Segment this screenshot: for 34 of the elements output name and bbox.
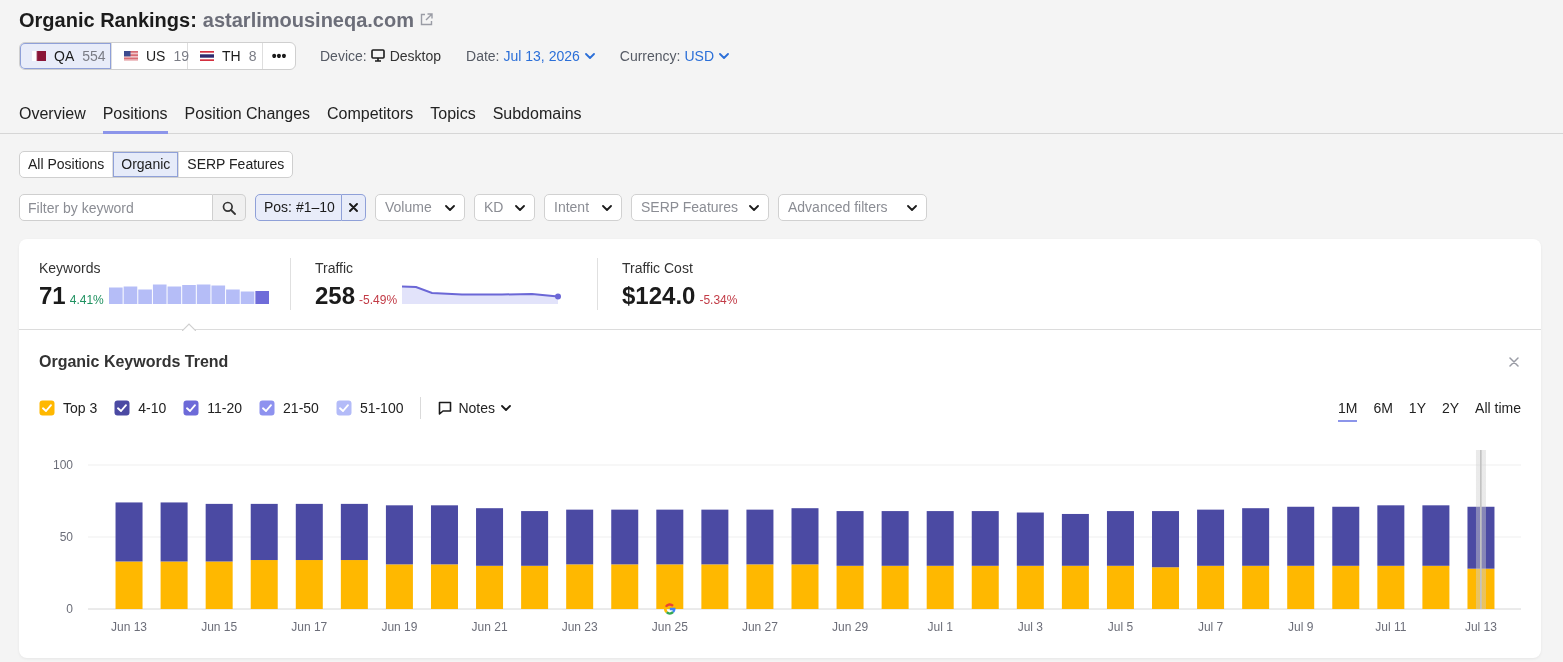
metric-label: Traffic [315,260,355,276]
x-axis-label: Jun 15 [201,620,238,634]
device-value: Desktop [389,46,442,66]
x-axis-label: Jun 21 [471,620,508,634]
x-axis-label: Jun 27 [741,620,778,634]
x-axis-label: Jun 13 [111,620,148,634]
x-axis-label: Jul 9 [1288,620,1314,634]
y-axis-label: 50 [59,530,73,544]
x-axis-label: Jul 1 [927,620,953,634]
page-title: Organic Rankings: [19,8,197,33]
metric-value: 71 [39,283,66,309]
y-axis-label: 100 [52,458,73,472]
metric-value: 258 [315,283,356,309]
y-axis-label: 0 [66,602,73,616]
setting-label: Currency: [619,46,681,66]
metric-label: Traffic Cost [622,260,694,276]
x-axis-label: Jul 11 [1375,620,1407,634]
x-axis-label: Jun 17 [291,620,328,634]
setting-label: Date: [466,46,500,66]
metric-label: Keywords [39,260,102,276]
metric-change: -5.49% [359,293,398,307]
metric-change: 4.41% [69,293,104,307]
x-axis-label: Jul 3 [1017,620,1043,634]
x-axis-label: Jun 23 [561,620,598,634]
setting-label: Device: [320,46,367,66]
metric-change: -5.34% [699,293,738,307]
x-axis-label: Jun 29 [832,620,869,634]
x-axis-label: Jun 25 [651,620,688,634]
chart-title: Organic Keywords Trend [39,352,229,372]
metric-value: $124.0 [622,283,696,309]
x-axis-label: Jun 19 [381,620,418,634]
x-axis-label: Jul 13 [1464,620,1497,634]
x-axis-label: Jul 7 [1197,620,1224,634]
x-axis-label: Jul 5 [1107,620,1134,634]
